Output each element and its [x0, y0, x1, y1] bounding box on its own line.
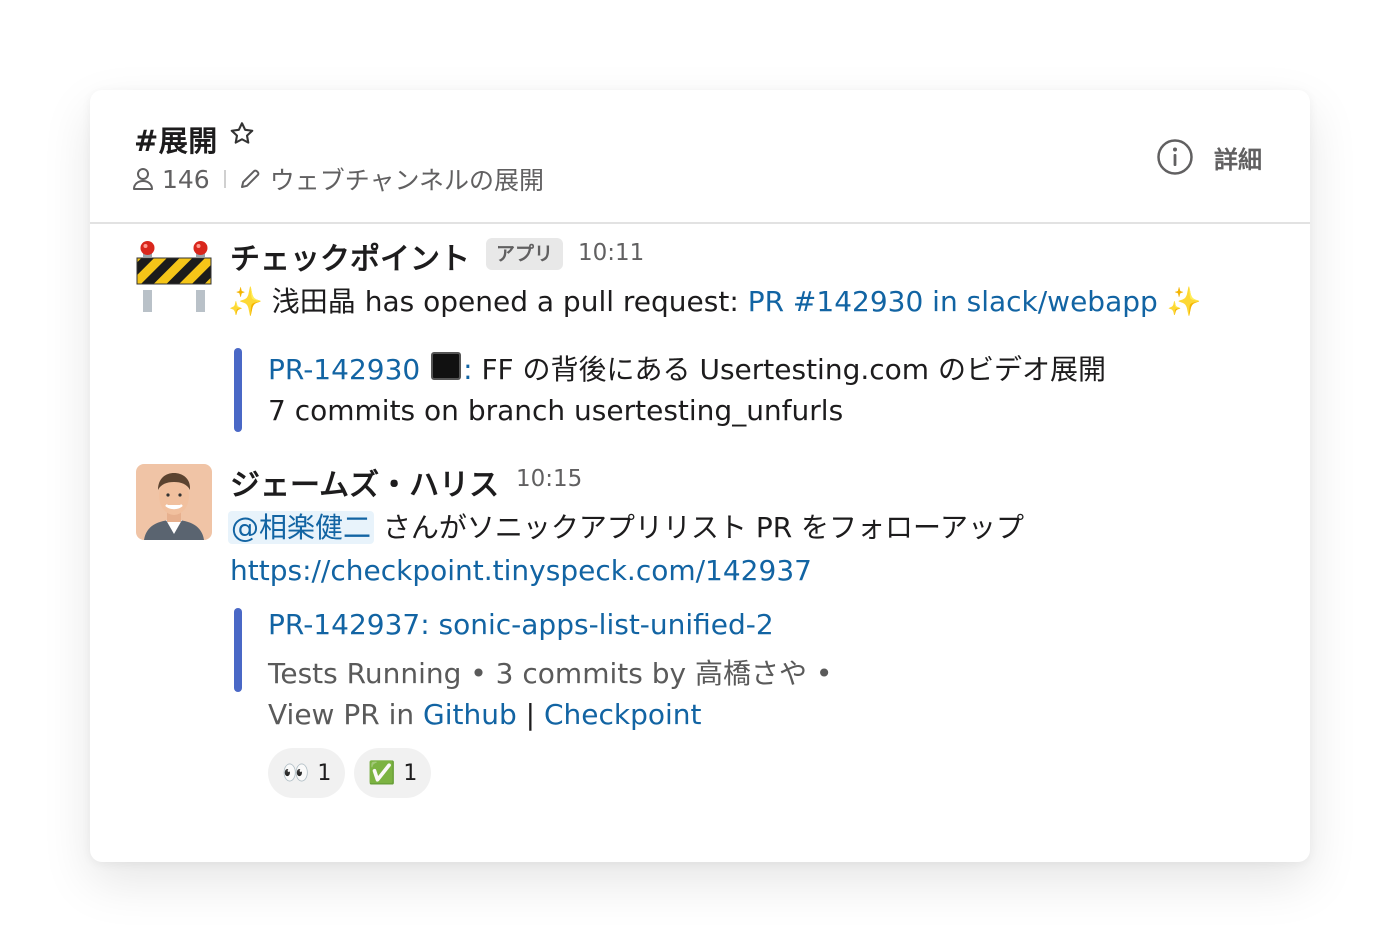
github-link[interactable]: Github: [423, 698, 517, 731]
message-body: has opened a pull request:: [355, 285, 748, 318]
details-label: 詳細: [1214, 145, 1262, 174]
details-button[interactable]: 詳細: [1156, 138, 1262, 176]
black-square-emoji: [431, 352, 462, 380]
channel-meta: 146 ウェブチャンネルの展開: [132, 162, 544, 196]
attachment-title-text: FF の背後にある Usertesting.com のビデオ展開: [472, 353, 1106, 386]
reaction-check[interactable]: ✅ 1: [354, 748, 432, 798]
attachment-subtitle: 7 commits on branch usertesting_unfurls: [268, 394, 844, 427]
bot-avatar[interactable]: [136, 238, 212, 314]
pencil-icon: [240, 169, 260, 188]
attachment-pr-link[interactable]: PR-142930: [268, 353, 420, 386]
message-text: ✨ 浅田晶 has opened a pull request: PR #142…: [228, 280, 1202, 320]
construction-barrier-emoji: [136, 241, 212, 312]
message-timestamp[interactable]: 10:15: [516, 466, 582, 492]
attachment-links: View PR in Github | Checkpoint: [268, 698, 702, 731]
app-badge: アプリ: [486, 238, 564, 270]
channel-header: #展開 146 ウェブチャンネルの展開 詳細: [90, 90, 1310, 224]
link-divider: |: [516, 698, 544, 731]
message-author[interactable]: チェックポイント: [230, 234, 470, 278]
channel-topic[interactable]: ウェブチャンネルの展開: [270, 161, 544, 197]
user-mention[interactable]: @相楽健二: [228, 511, 375, 544]
message-text: @相楽健二 さんがソニックアプリリスト PR をフォローアップ: [228, 506, 1024, 546]
channel-name[interactable]: #展開: [134, 118, 218, 160]
check-mark-emoji: ✅: [368, 760, 396, 786]
view-pr-label: View PR in: [268, 698, 424, 731]
attachment-status: Tests Running • 3 commits by 高橋さや •: [268, 657, 833, 690]
member-count[interactable]: 146: [162, 165, 210, 194]
attachment-title-link[interactable]: PR-142937: sonic-apps-list-unified-2: [268, 608, 774, 641]
checkpoint-url-link[interactable]: https://checkpoint.tinyspeck.com/142937: [230, 554, 812, 587]
pr-link[interactable]: PR #142930 in slack/webapp: [748, 285, 1158, 318]
channel-panel: #展開 146 ウェブチャンネルの展開 詳細 チェックポイント アプリ 10:1…: [90, 90, 1310, 862]
checkpoint-link[interactable]: Checkpoint: [544, 698, 702, 731]
sparkles-emoji: ✨: [1166, 285, 1202, 318]
reaction-eyes[interactable]: 👀 1: [268, 748, 346, 798]
message-timestamp[interactable]: 10:11: [578, 240, 644, 266]
attachment-colon: :: [463, 353, 473, 386]
attachment-bar: [234, 608, 242, 692]
eyes-emoji: 👀: [282, 760, 310, 786]
person-photo: [136, 464, 212, 540]
info-icon: [1157, 139, 1193, 175]
user-name[interactable]: 浅田晶: [272, 285, 356, 318]
attachment-bar: [234, 348, 242, 432]
attachment-title: PR-142930 : FF の背後にある Usertesting.com のビ…: [268, 348, 1106, 388]
sparkles-emoji: ✨: [228, 285, 263, 318]
user-avatar[interactable]: [136, 464, 212, 540]
divider: [223, 170, 226, 188]
reaction-count: 1: [317, 760, 332, 786]
reaction-count: 1: [403, 760, 418, 786]
person-icon: [133, 168, 153, 190]
star-icon[interactable]: [228, 120, 256, 148]
message-body: さんがソニックアプリリスト PR をフォローアップ: [374, 511, 1024, 544]
message-author[interactable]: ジェームズ・ハリス: [230, 460, 499, 504]
